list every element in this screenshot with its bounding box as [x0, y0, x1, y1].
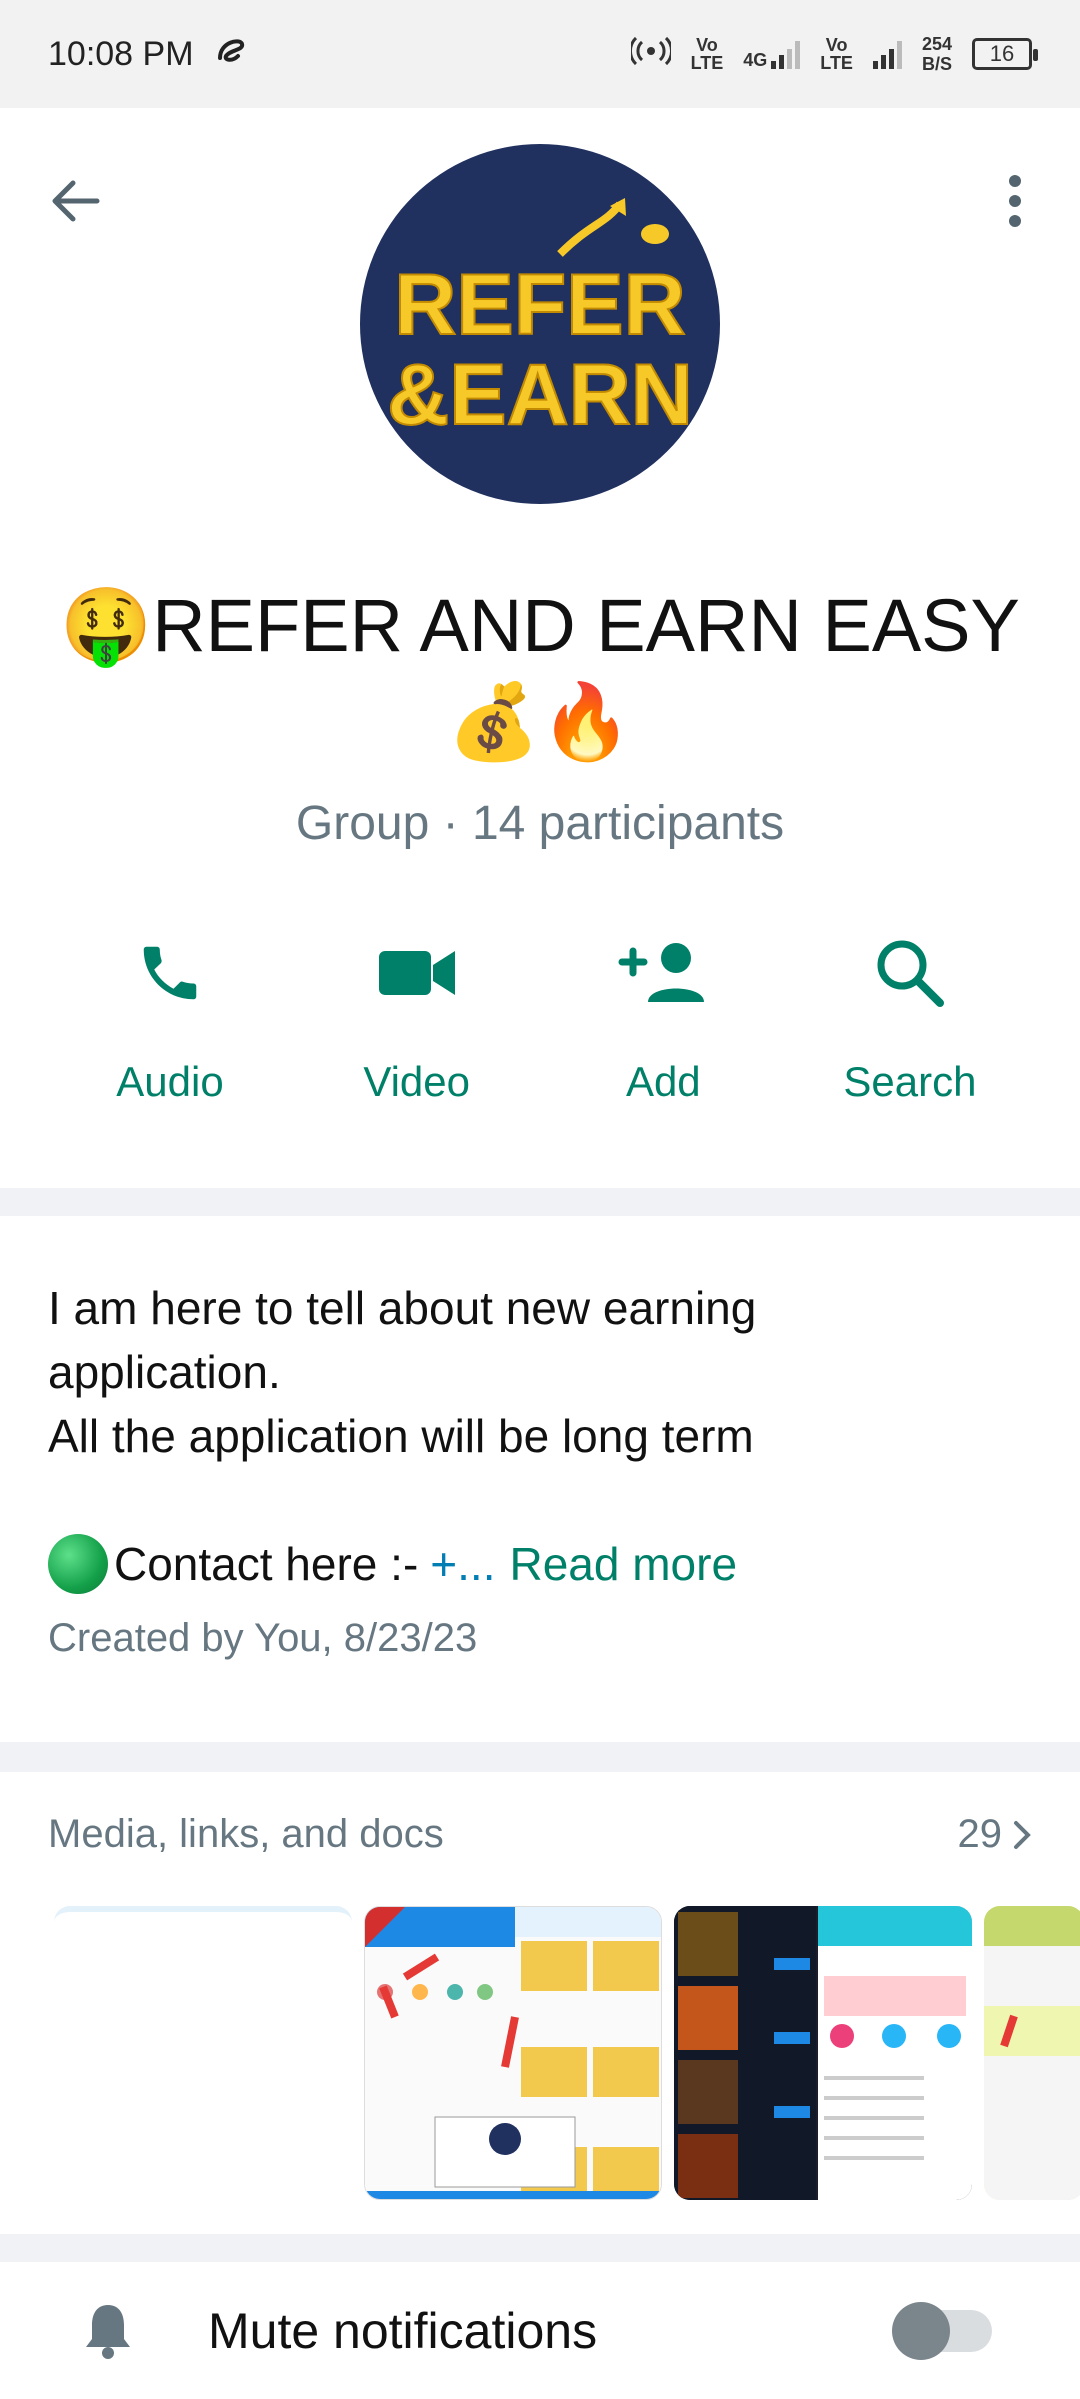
action-row: Audio Video Add Search — [70, 928, 1010, 1106]
mute-toggle[interactable] — [892, 2301, 992, 2360]
media-title: Media, links, and docs — [48, 1812, 444, 1856]
app-screenshot-image — [984, 1906, 1080, 2200]
group-description[interactable]: I am here to tell about new earning appl… — [0, 1216, 1080, 1742]
media-thumbnail[interactable] — [984, 1906, 1080, 2200]
group-avatar[interactable]: REFER &EARN — [360, 144, 720, 504]
media-count: 29 — [958, 1812, 1033, 1857]
more-options-button[interactable] — [980, 166, 1050, 236]
status-bar: 10:08 PM Vo LTE 4G Vo LTE 254 B/S 16 — [0, 0, 1080, 108]
media-thumbnail[interactable] — [674, 1906, 972, 2200]
app-screenshot-image — [365, 1907, 661, 2199]
media-thumbnails — [54, 1906, 1080, 2200]
net-speed: 254 B/S — [921, 34, 952, 74]
audio-label: Audio — [116, 1058, 224, 1105]
video-label: Video — [363, 1058, 470, 1105]
mute-notifications-row[interactable]: Mute notifications — [0, 2262, 1080, 2399]
search-button[interactable]: Search — [810, 928, 1010, 1106]
search-label: Search — [843, 1058, 977, 1105]
description-line: application. — [48, 1346, 281, 1398]
signal-sim1: 4G — [743, 39, 801, 70]
contact-phone-link[interactable]: +... — [430, 1532, 495, 1596]
description-line: I am here to tell about new earning — [48, 1282, 757, 1334]
bell-icon — [48, 2301, 168, 2361]
app-screenshot-image — [674, 1906, 972, 2200]
toggle-knob — [892, 2301, 950, 2360]
logo-line-1: REFER — [394, 257, 685, 353]
network-type-label: 4G — [743, 50, 768, 70]
phone-icon — [135, 928, 205, 1018]
logo-line-2: &EARN — [390, 347, 690, 443]
mute-label: Mute notifications — [208, 2302, 598, 2359]
arrow-left-icon — [52, 180, 100, 222]
media-thumbnail[interactable] — [364, 1906, 662, 2200]
contact-line: Contact here :- +... Read more — [48, 1532, 1032, 1596]
add-label: Add — [625, 1058, 701, 1105]
status-right: Vo LTE 4G Vo LTE 254 B/S 16 — [628, 34, 1038, 74]
app-notification-icon — [212, 32, 248, 77]
refer-earn-logo: REFER &EARN — [390, 198, 690, 444]
created-info: Created by You, 8/23/23 — [48, 1616, 478, 1660]
media-links-docs: Media, links, and docs 29 — [0, 1772, 1080, 2234]
signal-bars-icon — [872, 39, 902, 69]
description-line: All the application will be long term — [48, 1410, 754, 1462]
contact-text: Contact here :- — [114, 1538, 419, 1590]
volte-indicator-1: Vo LTE — [690, 35, 724, 73]
battery-icon: 16 — [972, 38, 1038, 70]
hotspot-icon — [628, 36, 673, 72]
volte-indicator-2: Vo LTE — [820, 35, 853, 73]
chevron-right-icon — [1014, 1820, 1031, 1849]
media-header[interactable]: Media, links, and docs 29 — [48, 1812, 1032, 1857]
more-vertical-icon — [1009, 175, 1021, 227]
group-header: REFER &EARN 🤑REFER AND EARN EASY 💰🔥 Grou… — [0, 108, 1080, 1188]
back-button[interactable] — [40, 166, 110, 236]
media-thumbnail[interactable] — [54, 1906, 352, 2200]
add-person-icon — [618, 928, 708, 1018]
green-circle-icon — [48, 1534, 108, 1594]
audio-call-button[interactable]: Audio — [70, 928, 270, 1106]
group-name: 🤑REFER AND EARN EASY 💰🔥 — [60, 584, 1020, 763]
video-call-button[interactable]: Video — [317, 928, 517, 1106]
read-more-link[interactable]: Read more — [509, 1532, 737, 1596]
group-participants[interactable]: Group · 14 participants — [0, 796, 1080, 851]
video-icon — [377, 928, 457, 1018]
status-time: 10:08 PM — [48, 34, 194, 73]
add-participant-button[interactable]: Add — [563, 928, 763, 1106]
signal-bars-icon — [771, 39, 801, 69]
status-left: 10:08 PM — [48, 32, 248, 77]
search-icon — [874, 928, 946, 1018]
